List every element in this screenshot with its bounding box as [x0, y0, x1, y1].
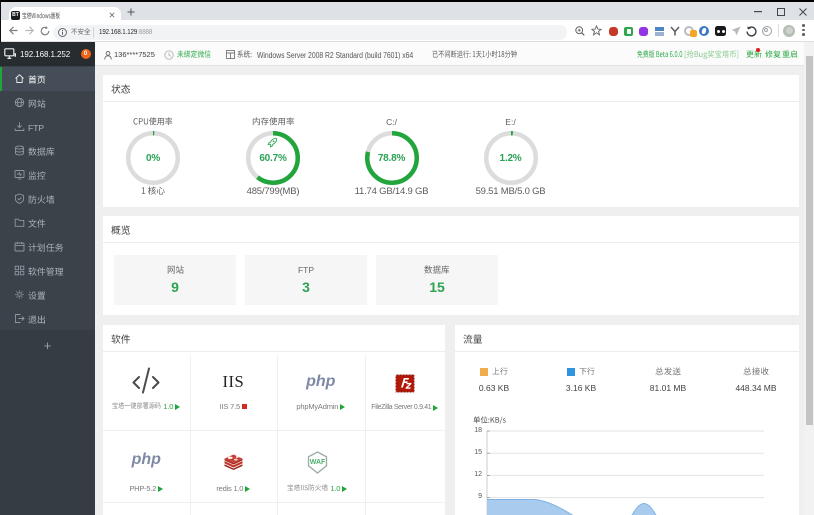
svg-text:WAF: WAF: [310, 459, 326, 466]
